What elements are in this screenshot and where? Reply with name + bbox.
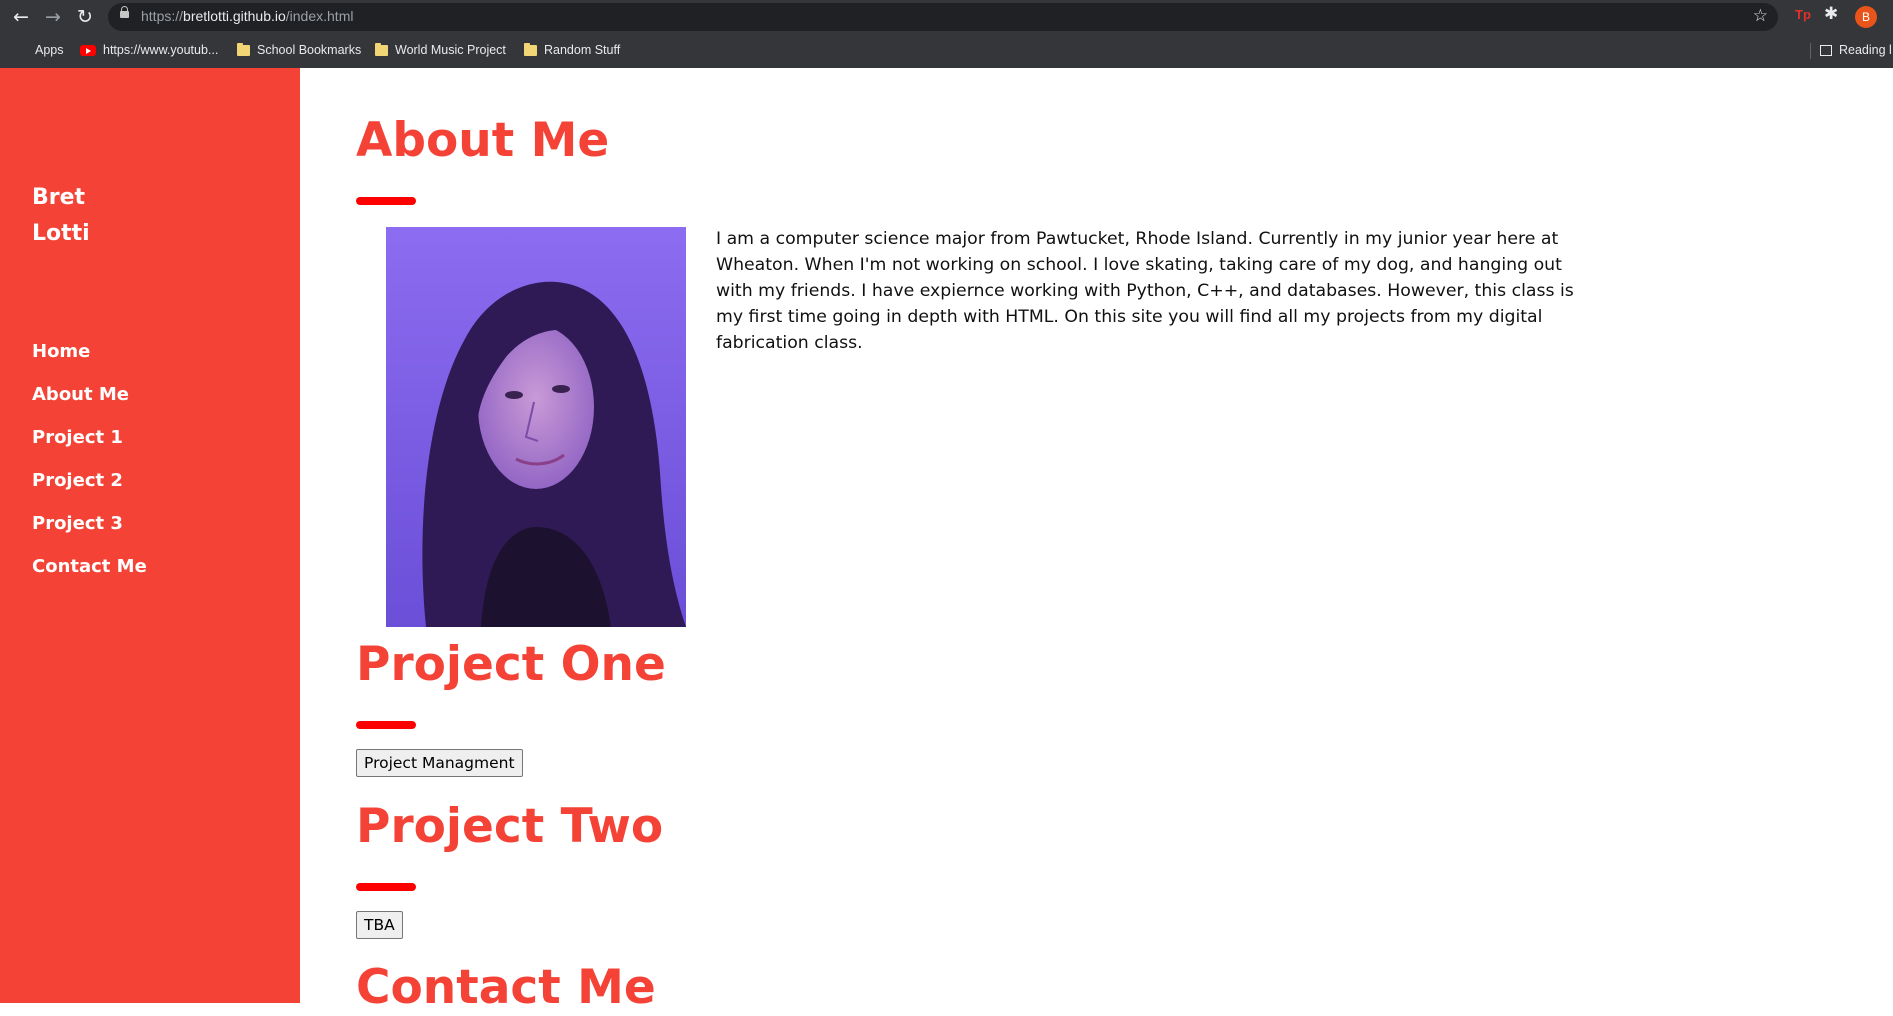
- bookmark-youtube[interactable]: https://www.youtub...: [80, 41, 218, 59]
- brand-last-name: Lotti: [32, 221, 90, 246]
- profile-photo-image: [386, 227, 686, 627]
- reading-list-icon: [1820, 44, 1832, 56]
- nav-link-contact-me[interactable]: Contact Me: [32, 545, 147, 588]
- bookmarks-divider: [1810, 43, 1811, 59]
- about-bio: I am a computer science major from Pawtu…: [716, 229, 1574, 353]
- about-accent-bar: [356, 197, 416, 205]
- url-host: bretlotti.github.io: [183, 8, 286, 24]
- reading-list-button[interactable]: Reading l: [1820, 41, 1892, 59]
- folder-icon: [237, 42, 250, 56]
- project-two-title: Project Two: [356, 799, 664, 854]
- address-bar[interactable]: https://bretlotti.github.io/index.html ☆: [108, 3, 1778, 31]
- profile-avatar[interactable]: B: [1855, 6, 1877, 28]
- project-one-title: Project One: [356, 637, 666, 692]
- nav-link-home[interactable]: Home: [32, 330, 147, 373]
- project-one-accent-bar: [356, 721, 416, 729]
- sidebar: Bret Lotti Home About Me Project 1 Proje…: [0, 68, 300, 1003]
- bookmark-label: https://www.youtub...: [103, 43, 219, 57]
- reading-list-label: Reading l: [1839, 43, 1892, 57]
- browser-toolbar: ← → ↻ https://bretlotti.github.io/index.…: [0, 0, 1893, 34]
- lock-icon: [120, 6, 129, 18]
- bookmark-label: Random Stuff: [544, 43, 621, 57]
- folder-icon: [524, 42, 537, 56]
- extension-tp-icon[interactable]: Tp: [1795, 7, 1811, 22]
- bookmark-apps[interactable]: Apps: [14, 41, 64, 59]
- url-text[interactable]: https://bretlotti.github.io/index.html: [141, 8, 353, 24]
- bookmark-label: World Music Project: [395, 43, 506, 57]
- extensions-puzzle-icon[interactable]: ✱: [1824, 4, 1838, 24]
- url-scheme: https://: [141, 8, 184, 24]
- profile-photo: [386, 227, 686, 627]
- nav-link-project-2[interactable]: Project 2: [32, 459, 147, 502]
- folder-icon: [375, 42, 388, 56]
- bookmark-label: Apps: [35, 43, 64, 57]
- bookmark-random-stuff[interactable]: Random Stuff: [524, 41, 620, 59]
- sidebar-nav: Home About Me Project 1 Project 2 Projec…: [32, 330, 147, 588]
- nav-link-about-me[interactable]: About Me: [32, 373, 147, 416]
- contact-title: Contact Me: [356, 960, 656, 1015]
- nav-link-project-1[interactable]: Project 1: [32, 416, 147, 459]
- apps-grid-icon: [14, 43, 28, 57]
- bookmarks-bar: Apps https://www.youtub... School Bookma…: [0, 38, 1893, 62]
- youtube-icon: [80, 44, 96, 56]
- bookmark-school-bookmarks[interactable]: School Bookmarks: [237, 41, 361, 59]
- site-brand: Bret Lotti: [32, 180, 90, 252]
- tba-button[interactable]: TBA: [356, 911, 403, 939]
- bookmark-star-icon[interactable]: ☆: [1753, 6, 1768, 26]
- browser-chrome: ← → ↻ https://bretlotti.github.io/index.…: [0, 0, 1893, 68]
- bookmark-world-music-project[interactable]: World Music Project: [375, 41, 506, 59]
- back-arrow-icon[interactable]: ←: [8, 4, 34, 30]
- nav-link-project-3[interactable]: Project 3: [32, 502, 147, 545]
- bookmark-label: School Bookmarks: [257, 43, 362, 57]
- page: Bret Lotti Home About Me Project 1 Proje…: [0, 68, 1893, 1015]
- brand-first-name: Bret: [32, 185, 86, 210]
- about-title: About Me: [356, 113, 610, 168]
- forward-arrow-icon[interactable]: →: [40, 4, 66, 30]
- reload-icon[interactable]: ↻: [72, 4, 98, 30]
- project-management-button[interactable]: Project Managment: [356, 749, 523, 777]
- project-two-accent-bar: [356, 883, 416, 891]
- url-path: /index.html: [285, 8, 354, 24]
